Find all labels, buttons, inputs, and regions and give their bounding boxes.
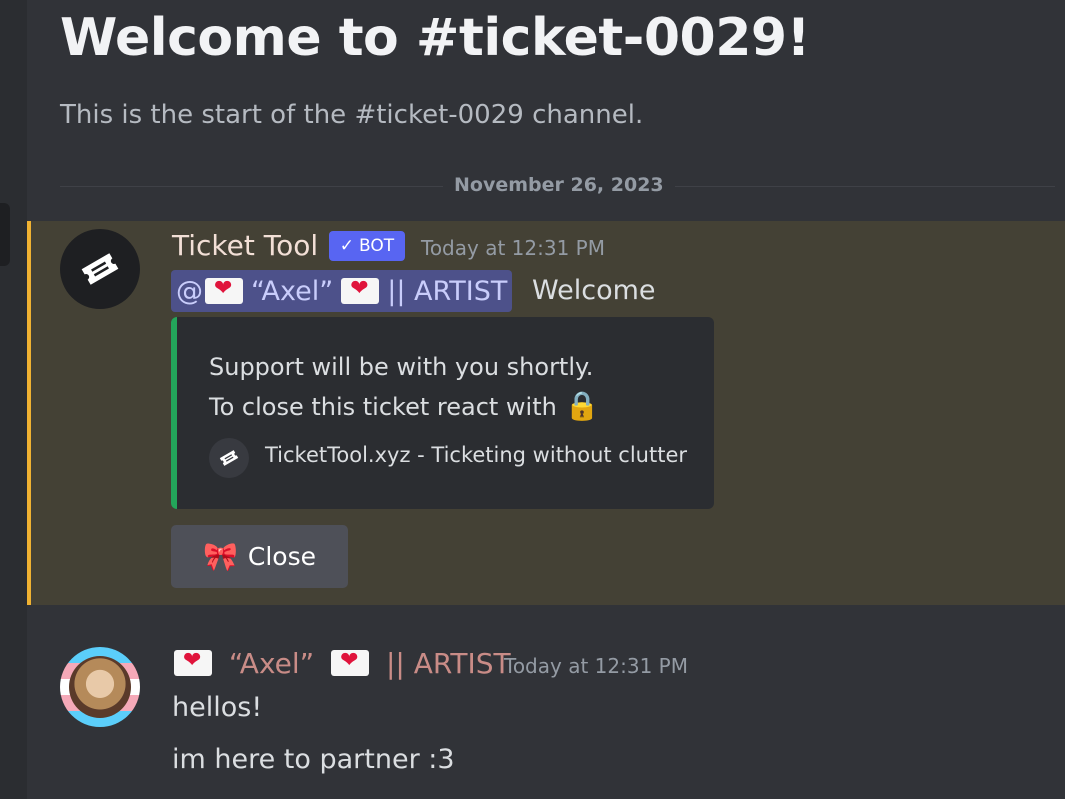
bot-message-timestamp: Today at 12:31 PM [421,236,605,260]
channel-welcome-title: Welcome to #ticket-0029! [60,8,810,68]
ticket-icon [81,253,119,285]
user-avatar[interactable] [60,647,140,727]
ribbon-icon: 🎀 [203,540,238,573]
ticket-icon [219,450,239,466]
verified-check-icon: ✓ [339,236,355,256]
mention-name: “Axel” [251,275,334,307]
user-name-suffix: || ARTIST [386,647,511,680]
bot-badge: ✓ BOT [329,231,405,261]
love-letter-icon [174,648,212,676]
avatar-image [69,656,131,718]
bot-avatar[interactable] [60,229,140,309]
embed-line-2: To close this ticket react with 🔒 [209,389,599,422]
mention-at: @ [176,275,203,307]
mention-suffix: || ARTIST [387,275,508,307]
user-mention[interactable]: @ “Axel” || ARTIST [171,270,513,312]
bot-badge-label: BOT [359,236,395,256]
left-gutter [0,0,27,799]
date-divider-label: November 26, 2023 [443,174,675,196]
message-embed: Support will be with you shortly. To clo… [171,317,714,509]
close-button-label: Close [247,542,316,571]
user-username[interactable]: “Axel” || ARTIST [172,647,511,680]
embed-line-2-text: To close this ticket react with [209,393,557,421]
bot-message-text: Welcome [532,275,656,306]
close-ticket-button[interactable]: 🎀 Close [171,525,348,588]
user-name-text: “Axel” [228,647,315,680]
bot-username[interactable]: Ticket Tool [172,229,318,262]
user-message-line-1: hellos! [172,692,263,723]
user-message-timestamp: Today at 12:31 PM [504,654,688,678]
scrollbar-thumb[interactable] [0,203,10,266]
embed-footer-avatar [209,438,249,478]
love-letter-icon [331,648,370,676]
love-letter-icon [341,276,380,304]
love-letter-icon [205,276,243,304]
embed-footer-text: TicketTool.xyz - Ticketing without clutt… [265,443,688,467]
user-message-line-2: im here to partner :3 [172,744,455,775]
lock-icon: 🔒 [564,389,600,422]
channel-welcome-subtitle: This is the start of the #ticket-0029 ch… [60,100,644,130]
embed-line-1: Support will be with you shortly. [209,353,594,381]
